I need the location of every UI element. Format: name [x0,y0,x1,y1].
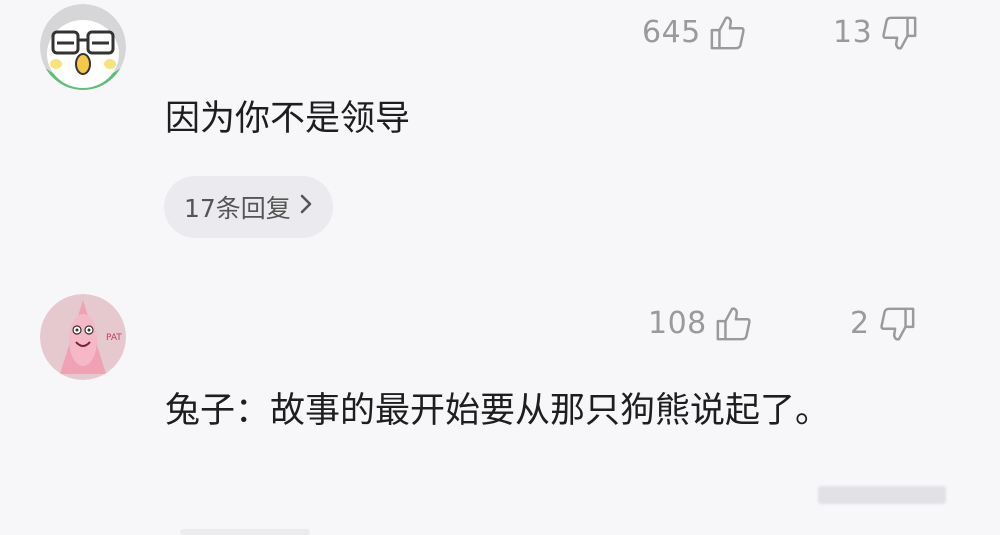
avatar-badge: PAT [106,333,122,343]
dislike-count: 13 [833,15,873,50]
user-avatar[interactable]: PAT [40,294,126,380]
dislike-count: 2 [850,306,870,341]
thumbs-down-icon[interactable] [878,305,916,343]
divider [180,529,310,535]
thumbs-down-icon[interactable] [880,14,918,52]
user-avatar[interactable] [40,4,126,90]
comment-text: 兔子：故事的最开始要从那只狗熊说起了。 [165,391,831,431]
dislike-count-group: 2 [850,305,916,343]
like-count-group: 645 [642,14,747,52]
replies-label: 17条回复 [184,194,291,223]
like-count: 108 [648,306,707,341]
penguin-avatar-icon [40,4,126,90]
like-count: 645 [642,15,701,50]
view-replies-button[interactable]: 17条回复 [164,176,333,238]
watermark-blur [818,486,946,504]
thumbs-up-icon[interactable] [709,14,747,52]
patrick-avatar-icon: PAT [40,294,126,380]
comment-text: 因为你不是领导 [165,99,411,139]
comment-list: 645 13 因为你不是领导 17条回复 PAT 108 2 兔子：故事的最开始… [0,0,1000,535]
dislike-count-group: 13 [833,14,918,52]
chevron-right-icon [299,193,313,221]
like-count-group: 108 [648,305,753,343]
thumbs-up-icon[interactable] [715,305,753,343]
